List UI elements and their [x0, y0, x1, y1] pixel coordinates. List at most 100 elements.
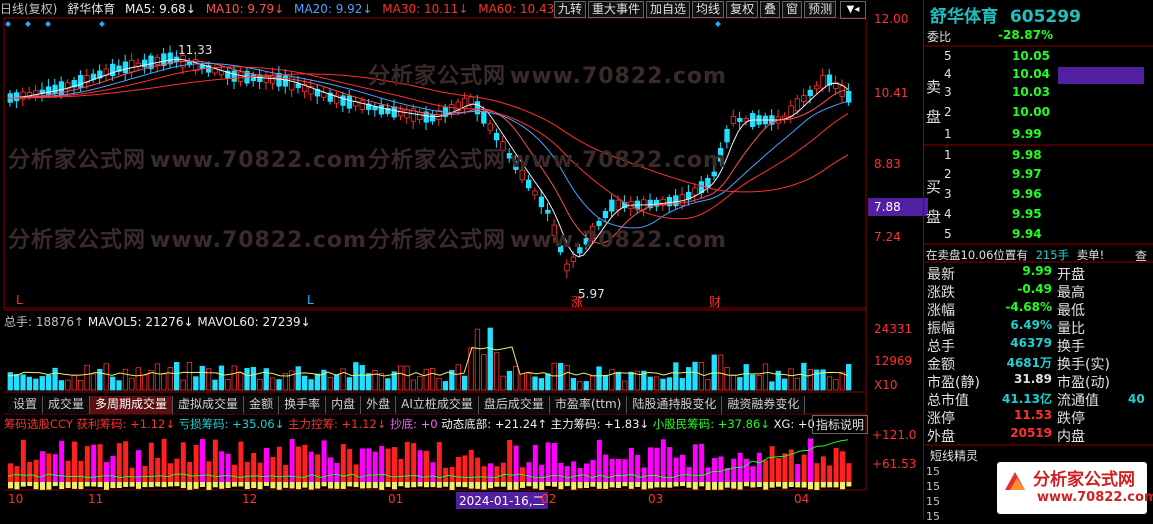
candle-body — [404, 109, 410, 119]
volume-bar — [212, 379, 218, 391]
indicator-bar — [110, 455, 116, 482]
volume-bar — [532, 376, 538, 391]
sell-level-price[interactable]: 9.99 — [1012, 127, 1042, 141]
indicator-bar — [833, 447, 839, 482]
indicator-bar — [379, 445, 385, 482]
volume-bar — [295, 366, 301, 391]
volume-bar — [26, 376, 33, 391]
tab-8[interactable]: AI立桩成交量 — [396, 396, 479, 414]
toolbar-more-button[interactable]: ▼◂ — [840, 1, 866, 19]
indicator-main2: 主力筹码: +1.83↓ — [550, 417, 650, 431]
event-marker-l[interactable]: L — [307, 293, 314, 307]
tab-7[interactable]: 外盘 — [361, 396, 397, 414]
event-marker-cai[interactable]: 财 — [709, 293, 721, 310]
stat-label: 总市值 — [927, 393, 969, 409]
tab-12[interactable]: 融资融券变化 — [722, 396, 806, 414]
indicator-base-bar — [539, 482, 545, 490]
toolbar-button[interactable]: 复权 — [726, 1, 759, 18]
toolbar-button[interactable]: 预测 — [804, 1, 837, 18]
volume-bar — [154, 363, 161, 391]
signal-diamond-icon — [715, 21, 721, 27]
signal-diamond-icon — [25, 21, 31, 27]
buy-level-price[interactable]: 9.97 — [1012, 167, 1042, 181]
tab-5[interactable]: 换手率 — [279, 396, 327, 414]
tab-9[interactable]: 盘后成交量 — [478, 396, 550, 414]
period-label[interactable]: 日线(复权) — [0, 2, 57, 16]
indicator-bar — [532, 444, 538, 482]
indicator-bar — [475, 457, 481, 482]
volume-mavol60: MAVOL60: 27239↓ — [197, 315, 311, 329]
event-marker-zhang[interactable]: 涨 — [571, 293, 583, 310]
indicator-base-bar — [692, 482, 698, 490]
toolbar-button[interactable]: 重大事件 — [588, 1, 645, 18]
toolbar-button[interactable]: 均线 — [692, 1, 725, 18]
indicator-base-bar — [385, 482, 391, 488]
sell-level-price[interactable]: 10.05 — [1012, 49, 1050, 63]
indicator-explain-button[interactable]: 指标说明 — [812, 415, 869, 434]
buy-level-price[interactable]: 9.95 — [1012, 207, 1042, 221]
indicator-base-bar — [8, 482, 13, 489]
tab-4[interactable]: 金额 — [244, 396, 280, 414]
indicator-bar — [660, 439, 666, 482]
indicator-base-bar — [302, 482, 308, 488]
toolbar-button[interactable]: 加自选 — [646, 1, 691, 18]
indicator-bar — [123, 441, 129, 482]
indicator-base-bar — [360, 482, 365, 489]
indicator-name[interactable]: 筹码选股CCY — [4, 417, 73, 431]
tab-0[interactable]: 设置 — [8, 396, 44, 414]
indicator-base-bar — [129, 482, 135, 487]
indicator-base-bar — [27, 482, 33, 487]
volume-bar — [538, 378, 545, 391]
buy-level-price[interactable]: 9.96 — [1012, 187, 1042, 201]
candle-body — [493, 132, 500, 141]
indicator-bar — [769, 446, 775, 482]
buy-level-price[interactable]: 9.98 — [1012, 148, 1042, 162]
candle-body — [129, 59, 135, 73]
tab-10[interactable]: 市盈率(ttm) — [549, 396, 628, 414]
tab-11[interactable]: 陆股通持股变化 — [627, 396, 723, 414]
stat-label: 涨停 — [927, 411, 955, 427]
indicator-base-bar — [673, 482, 679, 487]
tab-2[interactable]: 多周期成交量 — [90, 396, 174, 414]
stat-value: 11.53 — [1014, 408, 1052, 422]
tab-3[interactable]: 虚拟成交量 — [173, 396, 245, 414]
volume-bar — [737, 377, 743, 391]
indicator-bar — [513, 445, 519, 482]
indicator-base-bar — [276, 482, 282, 490]
event-marker-l[interactable]: L — [16, 293, 23, 307]
indicator-bar — [289, 438, 295, 482]
candle-body — [154, 56, 161, 66]
stat-label: 换手 — [1057, 339, 1085, 355]
order-note: 在卖盘10.06位置有 215手 卖单! — [926, 247, 1104, 263]
volume-bar — [161, 373, 167, 391]
toolbar-button[interactable]: 叠 — [760, 1, 781, 18]
toolbar-button[interactable]: 窗 — [782, 1, 803, 18]
indicator-base-bar — [161, 482, 167, 488]
stat-label: 最低 — [1057, 303, 1085, 319]
indicator-bar — [283, 464, 289, 482]
indicator-base-bar — [603, 482, 609, 489]
volume-bar — [839, 371, 845, 391]
buy-level-price[interactable]: 9.94 — [1012, 227, 1042, 241]
indicator-base-bar — [532, 482, 538, 489]
query-link[interactable]: 查 — [1135, 247, 1147, 264]
tab-1[interactable]: 成交量 — [43, 396, 91, 414]
sell-level-price[interactable]: 10.03 — [1012, 85, 1050, 99]
indicator-base-bar — [475, 482, 481, 489]
short-elf-title[interactable]: 短线精灵 — [930, 447, 978, 464]
signal-diamond-icon — [5, 21, 11, 27]
volume-bar — [46, 374, 52, 391]
toolbar-button[interactable]: 九转 — [554, 1, 587, 18]
sell-level-price[interactable]: 10.04 — [1012, 67, 1050, 81]
indicator-base-bar — [187, 482, 193, 490]
indicator-base-bar — [142, 482, 148, 488]
indicator-base-bar — [193, 482, 199, 489]
volume-bar — [353, 362, 359, 391]
stat-label: 开盘 — [1057, 267, 1085, 283]
indicator-bar — [206, 461, 212, 482]
indicator-header: 筹码选股CCY 获利筹码: +1.12↓ 亏损筹码: +35.06↓ 主力控筹:… — [4, 416, 815, 432]
indicator-bar — [33, 459, 39, 482]
sell-level-price[interactable]: 10.00 — [1012, 105, 1050, 119]
tab-6[interactable]: 内盘 — [326, 396, 362, 414]
indicator-bar — [168, 463, 173, 482]
